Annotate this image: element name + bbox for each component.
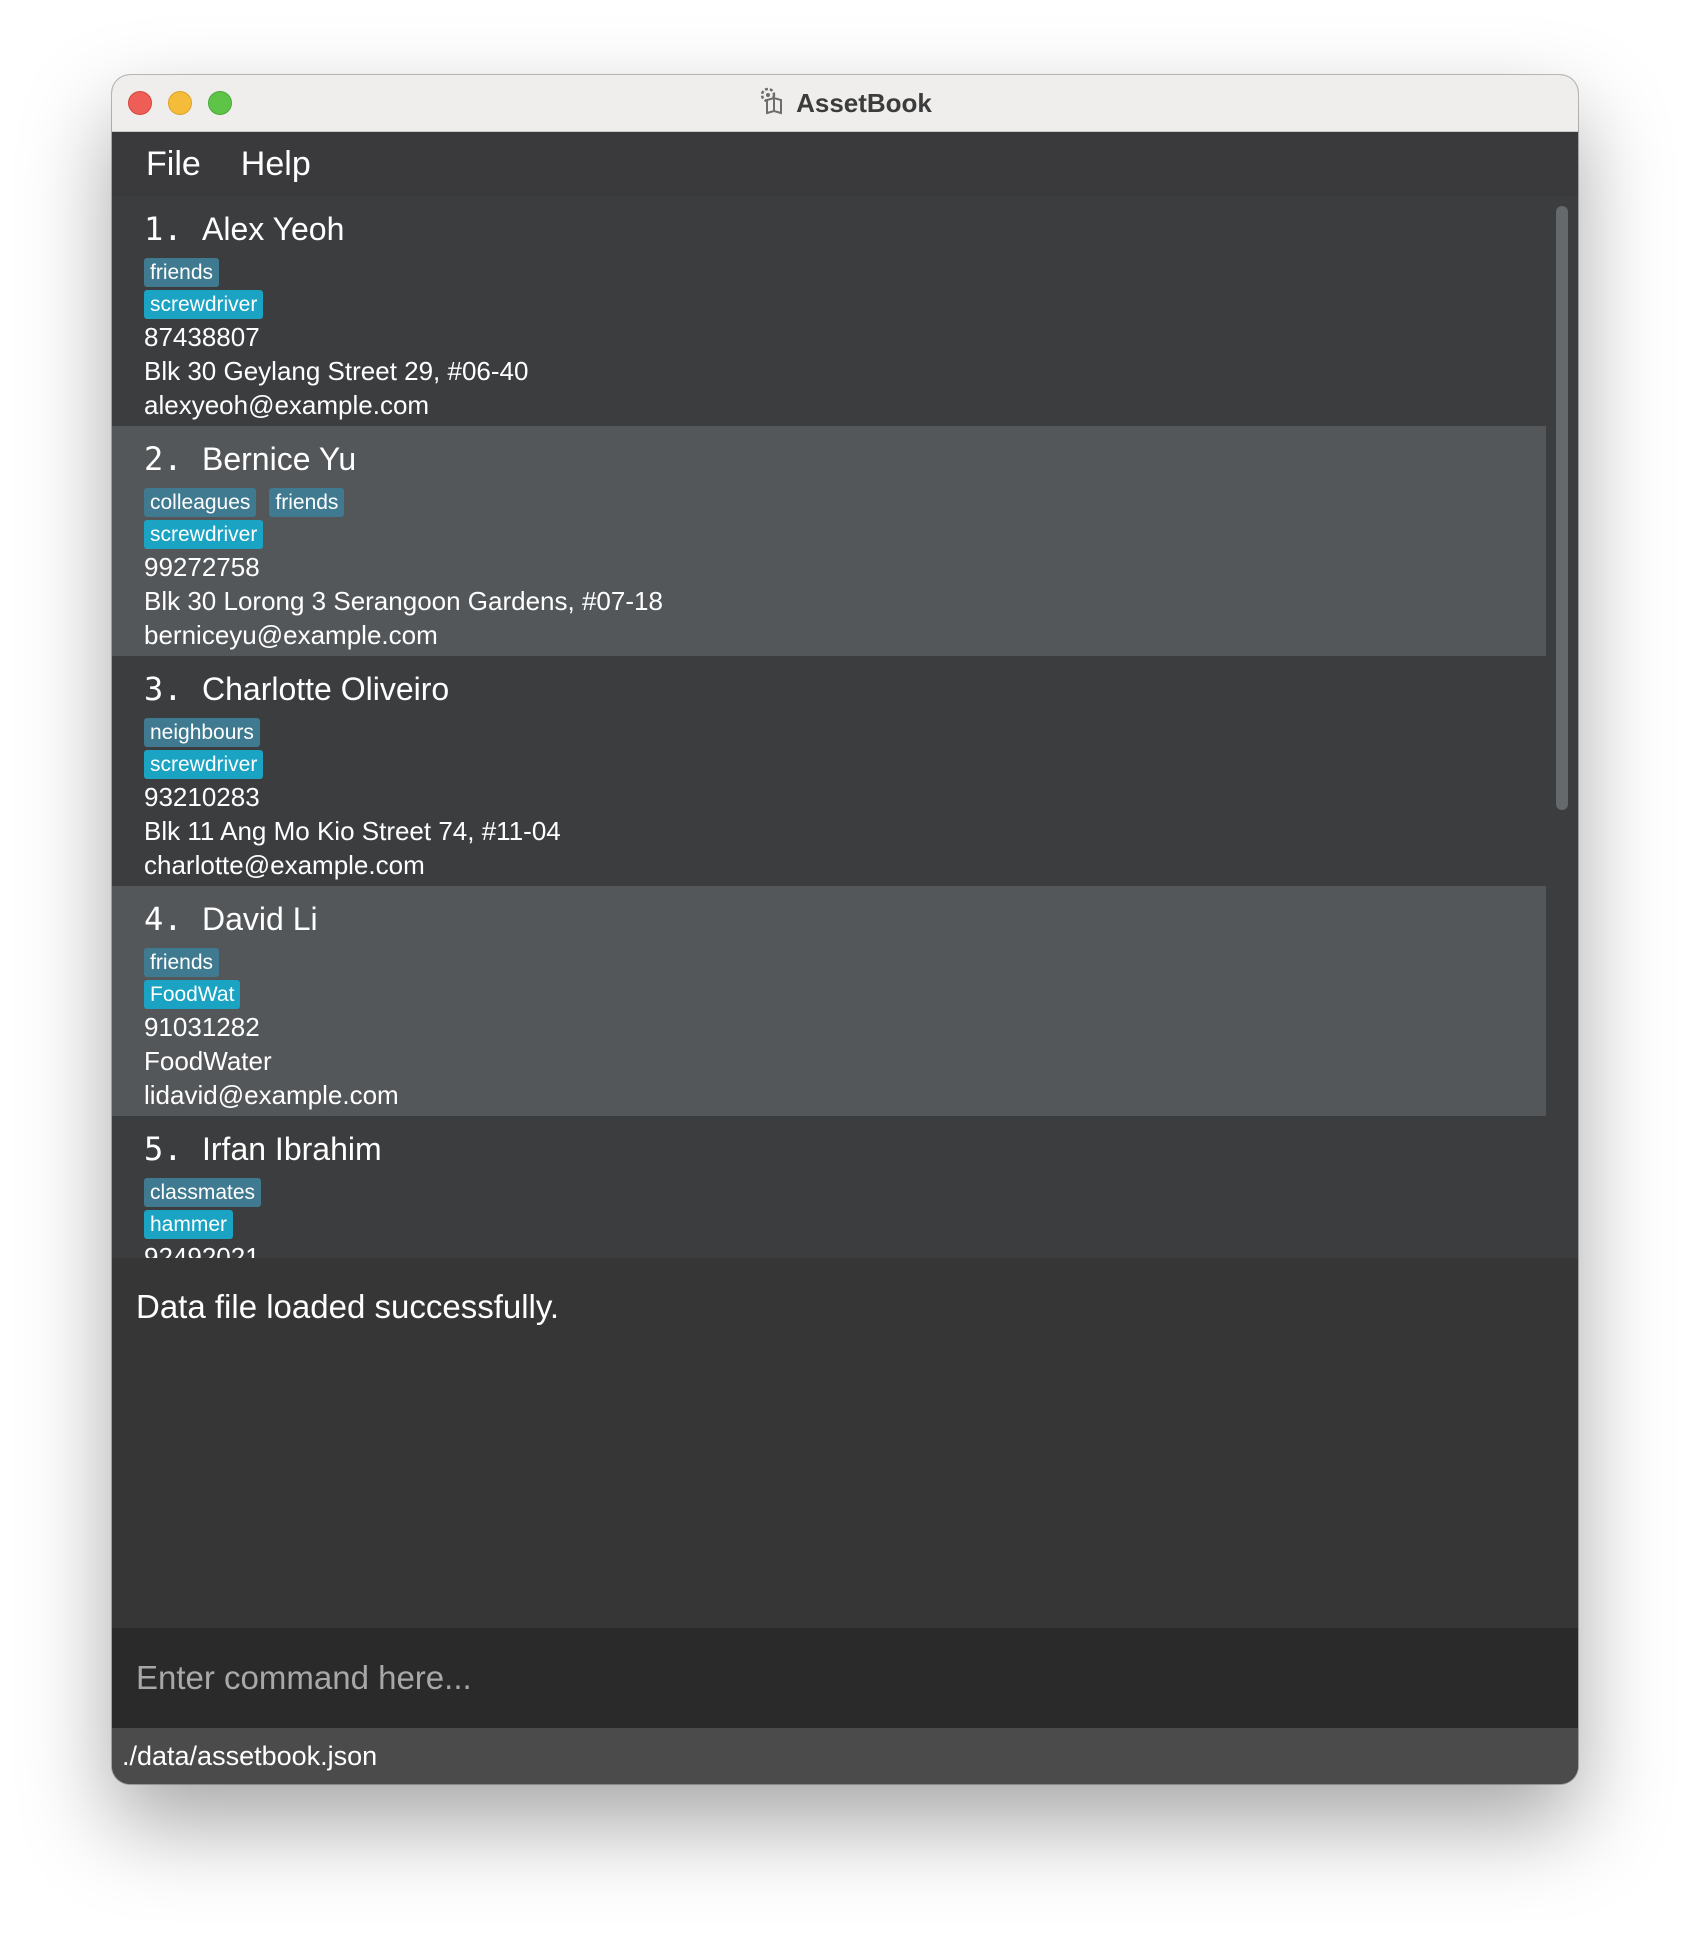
result-display: Data file loaded successfully. [112,1258,1578,1628]
group-tag: neighbours [144,717,260,747]
person-name: Bernice Yu [202,441,357,477]
person-card[interactable]: 4. David Li friends FoodWat 91031282 Foo… [112,886,1546,1116]
group-tags: colleagues friends [144,486,1546,518]
person-phone: 87438807 [144,322,260,352]
person-name: Alex Yeoh [202,211,345,247]
person-address: FoodWater [144,1046,272,1076]
person-email: alexyeoh@example.com [144,390,430,420]
group-tags: friends [144,946,1546,978]
menu-bar: File Help [112,132,1578,196]
person-email: charlotte@example.com [144,850,425,880]
person-email: lidavid@example.com [144,1080,399,1110]
result-message: Data file loaded successfully. [136,1288,560,1325]
person-name: Irfan Ibrahim [202,1131,382,1167]
person-phone: 93210283 [144,782,260,812]
asset-tags: screwdriver [144,518,1546,550]
person-card[interactable]: 1. Alex Yeoh friends screwdriver 8743880… [112,196,1546,426]
person-name: David Li [202,901,318,937]
person-email: berniceyu@example.com [144,620,438,650]
group-tag: friends [144,947,220,977]
scrollbar-thumb[interactable] [1556,206,1568,810]
person-phone: 99272758 [144,552,260,582]
person-index: 5. [144,1130,183,1168]
command-box [112,1628,1578,1728]
person-index: 1. [144,210,183,248]
app-window: AssetBook File Help 1. Alex Yeoh friends… [112,75,1578,1784]
person-name: Charlotte Oliveiro [202,671,450,707]
person-card[interactable]: 2. Bernice Yu colleagues friends screwdr… [112,426,1546,656]
command-input[interactable] [134,1658,1538,1698]
person-address: Blk 30 Lorong 3 Serangoon Gardens, #07-1… [144,586,663,616]
save-file-path: ./data/assetbook.json [122,1740,378,1771]
group-tag: friends [144,257,220,287]
person-card[interactable]: 5. Irfan Ibrahim classmates hammer 92492… [112,1116,1546,1258]
asset-tag: FoodWat [144,979,241,1009]
asset-tag: screwdriver [144,519,264,549]
person-index: 2. [144,440,183,478]
group-tags: classmates [144,1176,1546,1208]
asset-tag: screwdriver [144,289,264,319]
window-title: AssetBook [796,87,932,118]
list-scrollbar[interactable] [1546,196,1578,1258]
book-gear-icon [758,86,788,121]
asset-tags: hammer [144,1208,1546,1240]
person-address: Blk 11 Ang Mo Kio Street 74, #11-04 [144,816,561,846]
person-phone: 91031282 [144,1012,260,1042]
menu-file[interactable]: File [146,145,201,184]
person-card[interactable]: 3. Charlotte Oliveiro neighbours screwdr… [112,656,1546,886]
group-tags: neighbours [144,716,1546,748]
group-tag: classmates [144,1177,262,1207]
group-tag: colleagues [144,487,257,517]
asset-tags: screwdriver [144,748,1546,780]
group-tag: friends [269,487,345,517]
asset-tags: FoodWat [144,978,1546,1010]
asset-tag: screwdriver [144,749,264,779]
group-tags: friends [144,256,1546,288]
status-bar: ./data/assetbook.json [112,1728,1578,1784]
asset-tags: screwdriver [144,288,1546,320]
person-index: 3. [144,670,183,708]
asset-tag: hammer [144,1209,234,1239]
title-bar[interactable]: AssetBook [112,75,1578,132]
person-list[interactable]: 1. Alex Yeoh friends screwdriver 8743880… [112,196,1546,1258]
person-phone: 92492021 [144,1242,260,1258]
menu-help[interactable]: Help [241,145,311,184]
person-address: Blk 30 Geylang Street 29, #06-40 [144,356,529,386]
person-index: 4. [144,900,183,938]
